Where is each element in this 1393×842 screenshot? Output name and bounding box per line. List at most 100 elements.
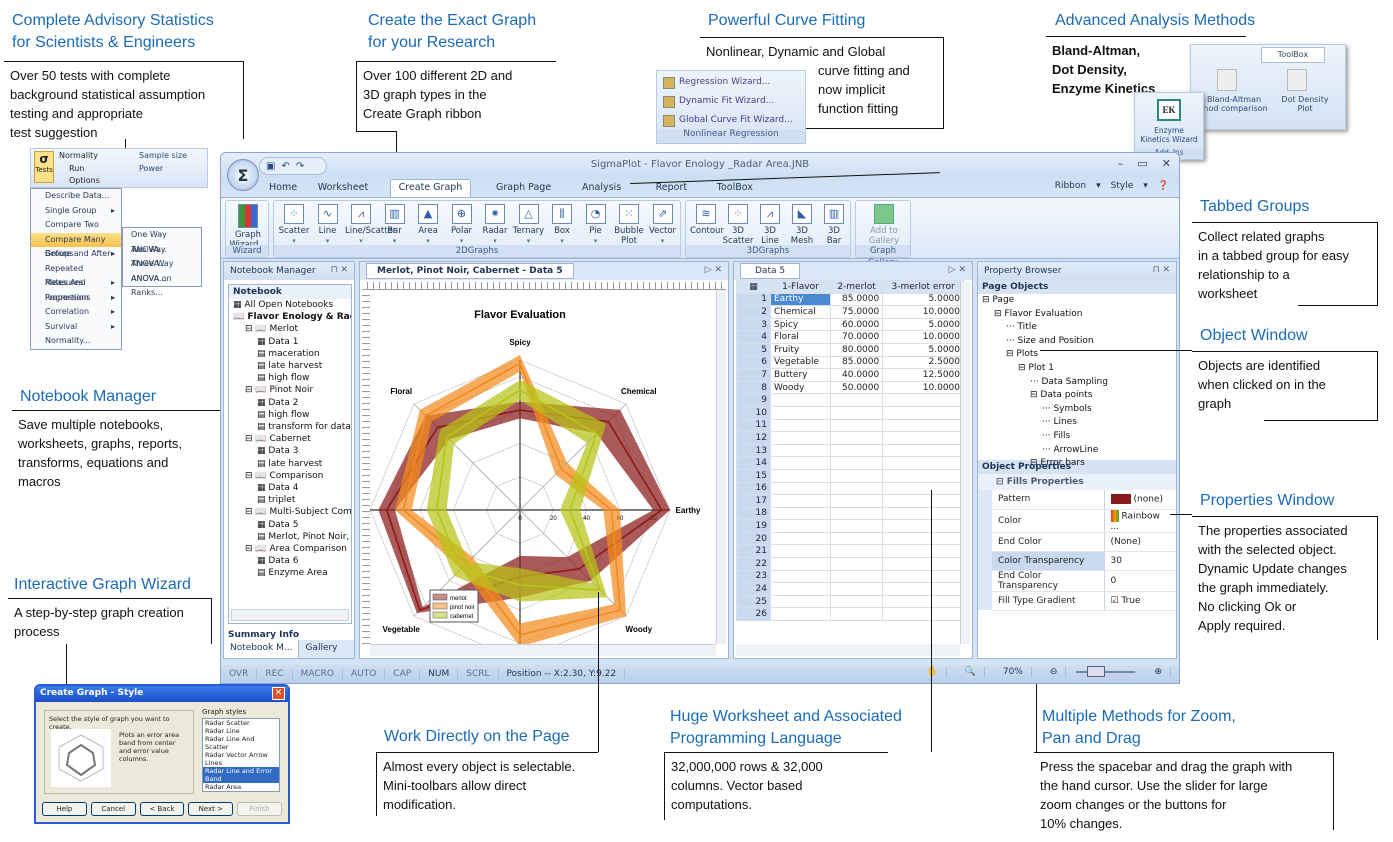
table-row[interactable]: 6 Vegetable 85.0000 2.5000 <box>736 355 964 370</box>
page-object-item[interactable]: ··· Size and Position <box>982 335 1176 349</box>
graph-styles-list[interactable]: Radar Scatter Radar Line Radar Line And Sc… <box>202 718 280 792</box>
row-header[interactable]: 12 <box>736 431 771 445</box>
graph-style-option[interactable]: Radar Vector Arrow Lines <box>203 751 279 767</box>
table-row[interactable]: 20 <box>736 531 964 546</box>
column-header[interactable]: 2-merlot <box>829 280 884 294</box>
table-row[interactable]: 9 <box>736 393 964 407</box>
options-button[interactable]: Options <box>69 176 100 185</box>
help-icon[interactable]: ❓ <box>1158 181 1169 191</box>
notebook-tree-item[interactable]: ⊟ 📖 Merlot <box>229 323 351 335</box>
page-object-item[interactable]: ··· Symbols <box>982 403 1176 417</box>
tests-menu-item[interactable]: Describe Data... <box>31 189 121 204</box>
horizontal-scrollbar[interactable] <box>736 644 960 656</box>
toolbox-tab[interactable]: ToolBox <box>1261 47 1325 63</box>
maximize-button[interactable]: ▭ <box>1137 157 1147 170</box>
vertical-scrollbar[interactable] <box>716 290 726 644</box>
cell[interactable]: Earthy <box>770 292 831 307</box>
axis-label-earthy[interactable]: Earthy <box>676 506 701 515</box>
3d-graph-button[interactable]: ▥ 3D Bar <box>818 204 850 246</box>
row-header[interactable]: 8 <box>736 380 771 395</box>
notebook-tree-item[interactable]: ▦ Data 3 <box>229 445 351 457</box>
page-object-item[interactable]: ··· Title <box>982 321 1176 335</box>
row-header[interactable]: 25 <box>736 594 771 609</box>
dot-density-button[interactable]: Dot Density Plot <box>1275 95 1335 113</box>
vector-graph-button[interactable]: ⇗ Vector ▾ <box>647 204 679 246</box>
area-graph-button[interactable]: ▲ Area ▾ <box>412 204 444 246</box>
property-value[interactable]: Rainbow ... <box>1104 509 1176 533</box>
cell[interactable]: 12.5000 <box>882 368 964 382</box>
property-value[interactable]: (None) <box>1104 532 1176 552</box>
cell[interactable] <box>829 544 884 559</box>
notebook-tree-item[interactable]: ▦ Data 2 <box>229 397 351 409</box>
row-header[interactable]: 21 <box>736 544 771 559</box>
cell[interactable]: 10.0000 <box>882 305 964 319</box>
graph-wizard-button[interactable]: GraphWizard... <box>228 204 268 250</box>
hand-pan-icon[interactable]: ✋ <box>918 667 947 677</box>
cell[interactable]: 10.0000 <box>882 380 964 395</box>
row-header[interactable]: 3 <box>736 317 771 332</box>
save-icon[interactable]: ▣ <box>266 161 275 172</box>
tests-menu-item[interactable]: Correlation ▸ <box>31 305 121 320</box>
page-object-item[interactable]: ⊟ Plot 1 <box>982 362 1176 376</box>
table-row[interactable]: 22 <box>736 557 964 571</box>
cell[interactable] <box>882 506 964 521</box>
notebook-tree-item[interactable]: ▤ high flow <box>229 409 351 421</box>
style-menu[interactable]: Style <box>1111 181 1134 191</box>
anova-menu-item[interactable]: One Way ANOVA... <box>123 228 201 254</box>
column-header[interactable]: 3-merlot error <box>882 280 964 294</box>
3d-graph-button[interactable]: ⁘ 3D Scatter <box>722 204 754 246</box>
notebook-tree-item[interactable]: ⊟ 📖 Cabernet <box>229 433 351 445</box>
tests-menu-item[interactable]: Survival ▸ <box>31 320 121 335</box>
cell[interactable] <box>770 506 831 521</box>
row-header[interactable]: 9 <box>736 393 771 407</box>
table-row[interactable]: 4 Floral 70.0000 10.0000 <box>736 330 964 344</box>
notebook-tree-item[interactable]: ⊟ 📖 Comparison <box>229 470 351 482</box>
tab-gallery[interactable]: Gallery <box>299 640 343 658</box>
power-button[interactable]: Power <box>139 164 163 173</box>
cell[interactable]: 40.0000 <box>829 368 884 382</box>
regression-wizard-item[interactable]: Regression Wizard... <box>679 77 770 87</box>
tests-menu-item[interactable]: Compare Two Groups▸ <box>31 218 121 244</box>
checkbox-icon[interactable]: ☑ <box>1111 596 1122 606</box>
property-row[interactable]: End Color Transparency 0 <box>978 570 1176 592</box>
notebook-tree-item[interactable]: ▤ triplet <box>229 494 351 506</box>
cell[interactable]: 5.0000 <box>882 292 964 307</box>
row-header[interactable]: 1 <box>736 292 771 307</box>
notebook-tree-item[interactable]: ▤ late harvest <box>229 458 351 470</box>
cell[interactable] <box>770 481 831 496</box>
cell[interactable] <box>829 405 884 420</box>
cell[interactable] <box>829 418 884 433</box>
axis-label-floral[interactable]: Floral <box>390 387 412 396</box>
cell[interactable] <box>770 431 831 445</box>
cell[interactable]: Fruity <box>770 342 831 357</box>
row-header[interactable]: 26 <box>736 607 771 622</box>
row-header[interactable]: 23 <box>736 569 771 584</box>
graph-style-option[interactable]: Radar Line And Scatter <box>203 735 279 751</box>
row-header[interactable]: 22 <box>736 557 771 571</box>
graph-style-option[interactable]: Radar Scatter <box>203 719 279 727</box>
cell[interactable] <box>770 468 831 483</box>
chart-title[interactable]: Flavor Evaluation <box>474 309 566 321</box>
cell[interactable] <box>882 557 964 571</box>
notebook-tree-item[interactable]: ▤ Merlot, Pinot Noir, Cabernet <box>229 531 351 543</box>
notebook-tree-item[interactable]: ⊟ 📖 Multi-Subject Comparison <box>229 506 351 518</box>
anova-menu-item[interactable]: Two Way ANOVA... <box>123 243 201 269</box>
notebook-tree-item[interactable]: ▦ Data 5 <box>229 519 351 531</box>
cell[interactable] <box>829 443 884 458</box>
ribbon-tab-create-graph[interactable]: Create Graph <box>389 179 472 197</box>
cell[interactable] <box>882 494 964 508</box>
cell[interactable] <box>770 405 831 420</box>
cell[interactable] <box>882 431 964 445</box>
dynamic-fit-wizard-item[interactable]: Dynamic Fit Wizard... <box>679 96 774 106</box>
cell[interactable] <box>829 506 884 521</box>
cell[interactable]: Vegetable <box>770 355 831 370</box>
select-all-icon[interactable]: ▦ <box>736 280 771 294</box>
table-row[interactable]: 2 Chemical 75.0000 10.0000 <box>736 305 964 319</box>
cell[interactable] <box>829 456 884 470</box>
normality-dropdown[interactable]: Normality <box>59 151 98 160</box>
fills-properties-header[interactable]: ⊟ Fills Properties <box>978 474 1176 490</box>
notebook-tree-item[interactable]: ▦ Data 4 <box>229 482 351 494</box>
page-object-item[interactable]: ··· Data Sampling <box>982 376 1176 390</box>
cell[interactable] <box>882 418 964 433</box>
ternary-graph-button[interactable]: △ Ternary ▾ <box>513 204 545 246</box>
